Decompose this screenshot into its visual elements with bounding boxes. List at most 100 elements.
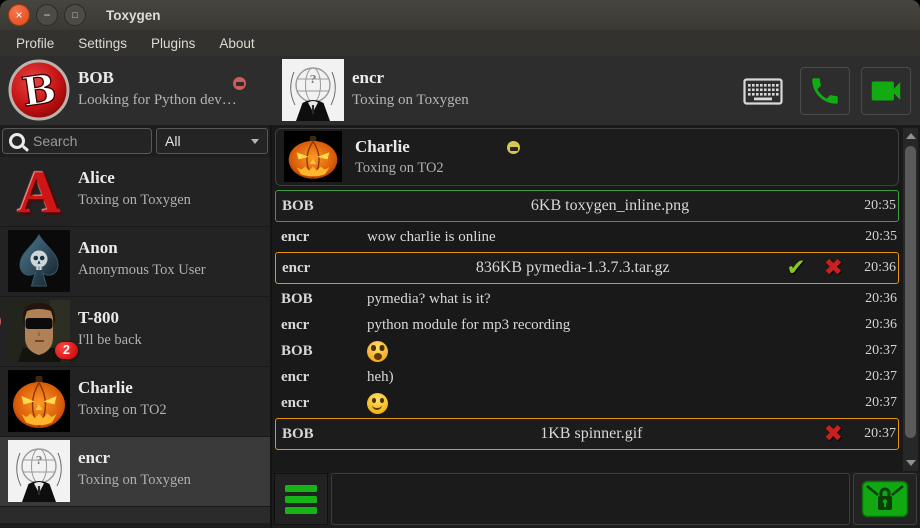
contact-status-message: Toxing on Toxygen <box>78 192 191 209</box>
conversation-peer-status-message: Toxing on TO2 <box>355 160 444 177</box>
message-sender: BOB <box>281 291 367 308</box>
file-transfer-label: 836KB pymedia-1.3.7.3.tar.gz <box>368 259 777 277</box>
message-time: 20:36 <box>853 317 897 333</box>
message-sender: BOB <box>281 343 367 360</box>
scrollbar-thumb[interactable] <box>905 146 916 438</box>
triangle-up-icon <box>906 133 916 139</box>
message-time: 20:37 <box>853 395 897 411</box>
contact-item-alice[interactable]: AAliceToxing on Toxygen <box>0 157 270 227</box>
message-time: 20:35 <box>853 229 897 245</box>
file-transfer-row: BOB6KB toxygen_inline.png20:35 <box>275 190 899 222</box>
message-content: heh) <box>367 369 853 386</box>
video-camera-icon <box>867 72 905 110</box>
hamburger-icon <box>285 485 317 492</box>
chat-peer-name: encr <box>352 68 384 88</box>
message-content <box>367 341 853 362</box>
message-row: encrheh)20:37 <box>275 364 899 390</box>
header: B BOB Looking for Python dev… ? encr Tox… <box>0 56 920 125</box>
menu-about[interactable]: About <box>207 32 266 55</box>
message-sender: encr <box>281 229 367 246</box>
message-time: 20:36 <box>852 260 896 276</box>
contact-status-message: Toxing on TO2 <box>78 402 167 419</box>
message-content <box>367 393 853 414</box>
encrypted-send-icon <box>861 480 909 518</box>
video-call-button[interactable] <box>861 67 911 115</box>
message-time: 20:37 <box>853 369 897 385</box>
conversation-peer-avatar <box>284 131 342 182</box>
scrollbar-up-button[interactable] <box>903 128 918 144</box>
chat-menu-button[interactable] <box>274 473 328 525</box>
menu-plugins[interactable]: Plugins <box>139 32 207 55</box>
contact-status-message: I'll be back <box>78 332 142 349</box>
contact-list: AAliceToxing on ToxygenAnonAnonymous Tox… <box>0 157 270 523</box>
message-row: encrwow charlie is online20:35 <box>275 224 899 250</box>
composer <box>272 472 920 528</box>
pumpkin-avatar <box>8 370 70 432</box>
menubar: Profile Settings Plugins About <box>0 30 920 56</box>
contact-name: Charlie <box>78 378 133 398</box>
message-time: 20:35 <box>852 198 896 214</box>
contact-status-message: Toxing on Toxygen <box>78 472 191 489</box>
menu-profile[interactable]: Profile <box>4 32 66 55</box>
message-sender: encr <box>281 317 367 334</box>
message-sender: BOB <box>282 198 368 215</box>
app-window: × − □ Toxygen Profile Settings Plugins A… <box>0 0 920 528</box>
chat-peer-avatar: ? <box>282 59 344 121</box>
file-transfer-row: encr836KB pymedia-1.3.7.3.tar.gz ✔ ✖ 20:36 <box>275 252 899 284</box>
svg-text:?: ? <box>36 454 42 467</box>
message-sender: BOB <box>282 426 368 443</box>
close-button[interactable]: × <box>8 4 30 26</box>
message-content: wow charlie is online <box>367 229 853 246</box>
search-icon <box>9 133 25 149</box>
contact-item-encr[interactable]: ? encr Toxing on Toxygen <box>0 437 270 507</box>
status-busy-icon[interactable] <box>233 77 246 90</box>
message-content: pymedia? what is it? <box>367 291 853 308</box>
svg-text:B: B <box>19 65 59 116</box>
self-status-message[interactable]: Looking for Python dev… <box>78 92 237 109</box>
accept-file-button[interactable]: ✔ <box>786 257 805 280</box>
conversation-peer-header[interactable]: Charlie Toxing on TO2 <box>275 128 899 186</box>
send-message-button[interactable] <box>853 473 917 525</box>
window-title: Toxygen <box>106 8 161 23</box>
self-name[interactable]: BOB <box>78 68 114 88</box>
self-avatar[interactable]: B <box>8 59 70 121</box>
contact-filter-value: All <box>165 133 181 149</box>
minimize-button[interactable]: − <box>36 4 58 26</box>
sidebar: All AAliceToxing on ToxygenAnonAnonymous… <box>0 125 270 528</box>
chat-peer-status-message: Toxing on Toxygen <box>352 92 469 109</box>
message-input[interactable] <box>331 473 850 525</box>
chat-scrollbar[interactable] <box>902 127 919 472</box>
message-time: 20:36 <box>853 291 897 307</box>
contact-name: encr <box>78 448 110 468</box>
scrollbar-down-button[interactable] <box>903 455 918 471</box>
contact-item-charlie[interactable]: Charlie Toxing on TO2 <box>0 367 270 437</box>
contact-item-anon[interactable]: AnonAnonymous Tox User <box>0 227 270 297</box>
smiling-face-emoji <box>367 393 388 414</box>
titlebar[interactable]: × − □ Toxygen <box>0 0 920 30</box>
contact-filter-dropdown[interactable]: All <box>156 128 268 154</box>
contact-name: Alice <box>78 168 115 188</box>
message-content: python module for mp3 recording <box>367 317 853 334</box>
decline-file-button[interactable]: ✖ <box>824 423 843 446</box>
search-box[interactable] <box>2 128 152 154</box>
maximize-button[interactable]: □ <box>64 4 86 26</box>
keyboard-icon[interactable] <box>742 77 784 105</box>
message-sender: encr <box>281 395 367 412</box>
message-sender: encr <box>282 260 368 277</box>
shocked-face-emoji <box>367 341 388 362</box>
contact-item-t-800[interactable]: T-800I'll be back2 <box>0 297 270 367</box>
search-input[interactable] <box>31 132 145 150</box>
menu-settings[interactable]: Settings <box>66 32 139 55</box>
audio-call-button[interactable] <box>800 67 850 115</box>
message-list: BOB6KB toxygen_inline.png20:35encrwow ch… <box>275 190 899 450</box>
message-sender: encr <box>281 369 367 386</box>
status-away-icon <box>507 141 520 154</box>
svg-text:?: ? <box>310 73 316 86</box>
message-time: 20:37 <box>853 343 897 359</box>
file-transfer-label: 1KB spinner.gif <box>368 425 815 443</box>
chat-history: Charlie Toxing on TO2 BOB6KB toxygen_inl… <box>272 125 920 472</box>
unread-count-badge: 2 <box>55 342 78 359</box>
decline-file-button[interactable]: ✖ <box>824 257 843 280</box>
chat-pane: Charlie Toxing on TO2 BOB6KB toxygen_inl… <box>270 125 920 528</box>
message-row: BOB 20:37 <box>275 338 899 364</box>
